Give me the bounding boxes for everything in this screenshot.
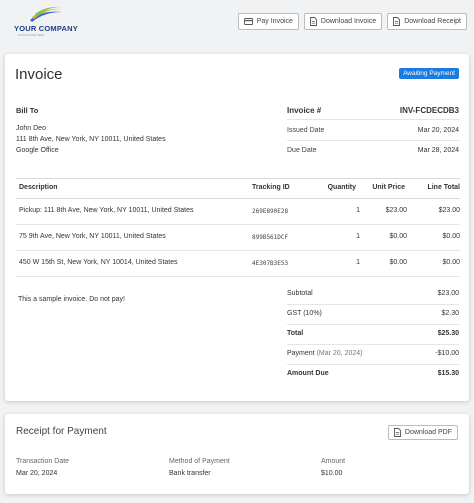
payment-row: Payment (Mar 20, 2024) -$10.00 [287, 344, 459, 364]
transaction-date-field: Transaction Date Mar 20, 2024 [16, 458, 69, 477]
amount-due-value: $15.30 [437, 370, 459, 377]
table-row: Pickup: 111 8th Ave, New York, NY 10011,… [16, 198, 460, 224]
total-row: Total $25.30 [287, 324, 459, 344]
row-line-total: $0.00 [442, 259, 460, 266]
download-invoice-label: Download Invoice [320, 18, 377, 25]
payment-method-label: Method of Payment [169, 458, 230, 465]
bill-to-address-block: John Deo 111 8th Ave, New York, NY 10011… [16, 123, 166, 156]
invoice-number-row: Invoice # INV-FCDECDB3 [287, 106, 459, 115]
row-divider [16, 276, 460, 277]
table-row: 450 W 15th St, New York, NY 10014, Unite… [16, 250, 460, 276]
row-quantity: 1 [356, 259, 360, 266]
row-line-total: $23.00 [438, 207, 460, 214]
issued-date-row: Issued Date Mar 20, 2024 [287, 127, 459, 134]
table-row: 75 9th Ave, New York, NY 10011, United S… [16, 224, 460, 250]
download-receipt-button[interactable]: Download Receipt [387, 13, 467, 30]
row-unit-price: $0.00 [389, 233, 407, 240]
invoice-actions: Pay Invoice Download Invoice Download Re… [237, 13, 467, 30]
gst-label: GST (10%) [287, 310, 322, 317]
issued-date: Mar 20, 2024 [417, 127, 459, 134]
due-date-row: Due Date Mar 28, 2024 [287, 147, 459, 154]
invoice-title: Invoice [15, 66, 63, 83]
total-label: Total [287, 330, 304, 337]
col-description: Description [19, 184, 58, 191]
row-line-total: $0.00 [442, 233, 460, 240]
col-unit-price: Unit Price [372, 184, 405, 191]
row-description: 450 W 15th St, New York, NY 10014, Unite… [19, 259, 178, 266]
invoice-number-label: Invoice # [287, 106, 322, 115]
download-invoice-button[interactable]: Download Invoice [303, 13, 383, 30]
due-date: Mar 28, 2024 [417, 147, 459, 154]
logo-swoosh-icon [30, 6, 62, 22]
amount-value: $10.00 [321, 470, 343, 477]
bill-to-name: John Deo [16, 125, 46, 132]
due-date-label: Due Date [287, 147, 317, 154]
transaction-date-label: Transaction Date [16, 458, 70, 465]
receipt-card: Receipt for Payment Download PDF Transac… [5, 414, 469, 494]
credit-card-icon [243, 18, 253, 25]
row-unit-price: $0.00 [389, 259, 407, 266]
receipt-title: Receipt for Payment [16, 426, 107, 437]
col-line-total: Line Total [427, 184, 460, 191]
bill-to-heading: Bill To [16, 106, 39, 115]
row-unit-price: $23.00 [385, 207, 407, 214]
row-tracking-id: 4E307B3E53 [252, 260, 289, 267]
invoice-note: This a sample invoice. Do not pay! [18, 296, 125, 303]
subtotal-label: Subtotal [287, 290, 313, 297]
document-icon [393, 428, 401, 437]
subtotal-row: Subtotal $23.00 [287, 284, 459, 304]
row-tracking-id: 269E890E28 [252, 208, 289, 215]
bill-to-address: 111 8th Ave, New York, NY 10011, United … [16, 136, 166, 143]
divider [287, 119, 459, 120]
document-icon [393, 17, 401, 26]
company-tagline: SLOGAN GOES HERE [18, 34, 44, 37]
amount-due-row: Amount Due $15.30 [287, 364, 459, 384]
line-items-header: Description Tracking ID Quantity Unit Pr… [16, 178, 460, 198]
gst-row: GST (10%) $2.30 [287, 304, 459, 324]
bill-to-office: Google Office [16, 147, 59, 154]
download-receipt-label: Download Receipt [404, 18, 461, 25]
divider [287, 140, 459, 141]
pay-invoice-button[interactable]: Pay Invoice [237, 13, 299, 30]
status-badge: Awaiting Payment [399, 68, 459, 79]
row-quantity: 1 [356, 207, 360, 214]
download-pdf-button[interactable]: Download PDF [387, 425, 458, 440]
total-value: $25.30 [437, 330, 459, 337]
payment-method-field: Method of Payment Bank transfer [169, 458, 230, 477]
amount-due-label: Amount Due [287, 370, 329, 377]
top-bar: YOUR COMPANY SLOGAN GOES HERE Pay Invoic… [0, 0, 474, 48]
col-quantity: Quantity [327, 184, 356, 191]
pay-invoice-label: Pay Invoice [256, 18, 293, 25]
payment-value: -$10.00 [435, 350, 459, 357]
row-description: 75 9th Ave, New York, NY 10011, United S… [19, 233, 166, 240]
payment-date: (Mar 20, 2024) [316, 350, 363, 357]
row-quantity: 1 [356, 233, 360, 240]
company-logo[interactable]: YOUR COMPANY SLOGAN GOES HERE [14, 6, 78, 42]
row-description: Pickup: 111 8th Ave, New York, NY 10011,… [19, 207, 194, 214]
invoice-card: Invoice Awaiting Payment Bill To John De… [5, 54, 469, 401]
col-tracking-id: Tracking ID [252, 184, 290, 191]
document-icon [309, 17, 317, 26]
transaction-date: Mar 20, 2024 [16, 470, 58, 477]
subtotal-value: $23.00 [437, 290, 459, 297]
payment-label-group: Payment (Mar 20, 2024) [287, 350, 363, 357]
company-name: YOUR COMPANY [14, 24, 78, 33]
row-tracking-id: 899B561DCF [252, 234, 289, 241]
payment-label: Payment [287, 350, 315, 357]
payment-method: Bank transfer [169, 470, 211, 477]
gst-value: $2.30 [441, 310, 459, 317]
issued-date-label: Issued Date [287, 127, 325, 134]
amount-field: Amount $10.00 [321, 458, 345, 477]
amount-label: Amount [321, 458, 346, 465]
download-pdf-label: Download PDF [404, 429, 452, 436]
invoice-number: INV-FCDECDB3 [399, 106, 459, 115]
